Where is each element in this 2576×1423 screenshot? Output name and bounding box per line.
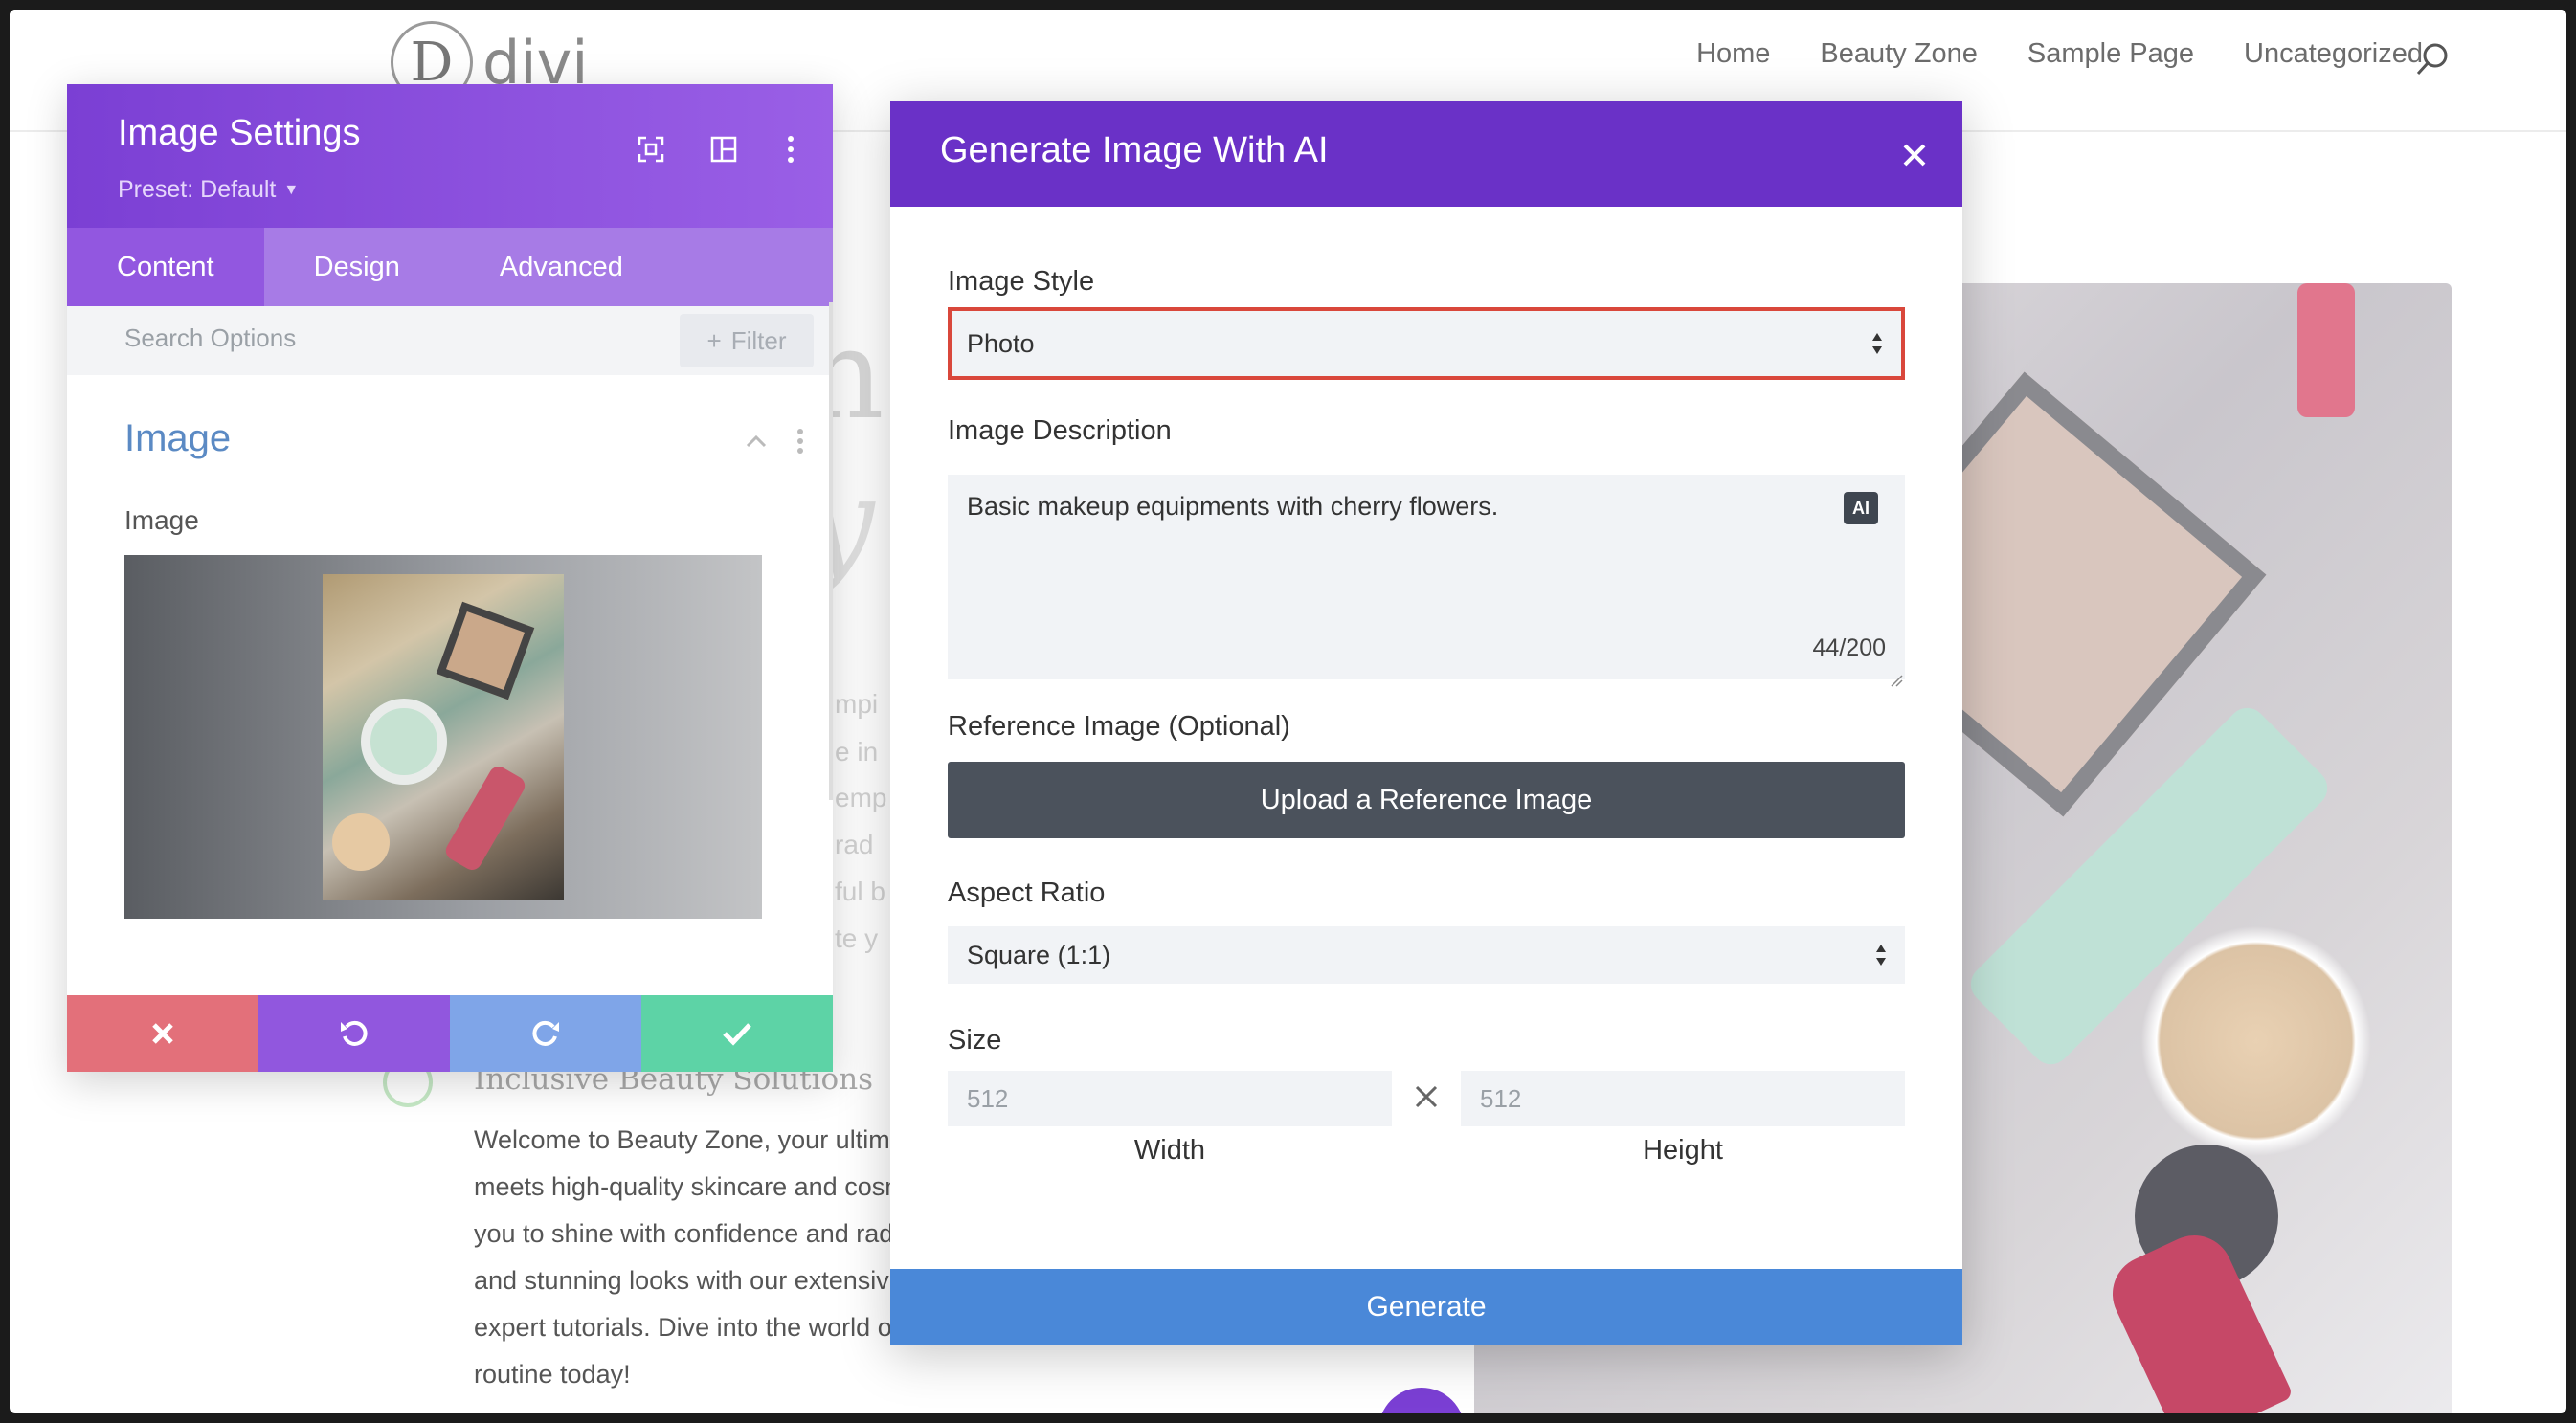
aspect-ratio-value: Square (1:1): [967, 940, 1111, 969]
photo-lipstick: [2297, 283, 2355, 417]
undo-icon: [341, 1020, 368, 1046]
bg-text-fragment: mpi: [835, 689, 879, 719]
more-options-icon[interactable]: [796, 429, 804, 457]
filter-button[interactable]: + Filter: [680, 314, 814, 367]
upload-reference-button[interactable]: Upload a Reference Image: [948, 762, 1905, 838]
close-icon: [152, 1023, 173, 1044]
more-options-icon[interactable]: [773, 132, 808, 167]
tab-advanced[interactable]: Advanced: [450, 228, 673, 306]
paragraph-line: expert tutorials. Dive into the world o: [474, 1313, 892, 1342]
ai-assist-icon[interactable]: AI: [1844, 492, 1878, 524]
image-style-label: Image Style: [948, 266, 1095, 297]
nav-item-beauty-zone[interactable]: Beauty Zone: [1820, 38, 1977, 70]
aspect-ratio-select[interactable]: Square (1:1): [948, 926, 1905, 984]
settings-tabs: Content Design Advanced: [67, 228, 833, 306]
image-style-select[interactable]: Photo: [948, 307, 1905, 380]
redo-button[interactable]: [450, 995, 641, 1072]
select-arrows-icon: [1874, 943, 1888, 967]
expand-icon[interactable]: [634, 132, 668, 167]
paragraph-line: you to shine with confidence and rad: [474, 1219, 894, 1248]
undo-button[interactable]: [258, 995, 450, 1072]
size-label: Size: [948, 1025, 1002, 1056]
reference-image-label: Reference Image (Optional): [948, 711, 1290, 742]
bg-text-fragment: emp: [835, 783, 887, 812]
nav-item-sample-page[interactable]: Sample Page: [2027, 38, 2194, 70]
floating-action-button[interactable]: [1378, 1388, 1465, 1413]
generate-image-modal: Generate Image With AI Image Style Photo…: [890, 101, 1962, 1345]
chevron-up-icon[interactable]: [745, 434, 768, 453]
image-description-label: Image Description: [948, 415, 1172, 446]
bg-text-fragment: e in: [835, 737, 879, 767]
bg-text-fragment: ful b: [835, 877, 885, 906]
width-caption: Width: [1133, 1135, 1206, 1166]
search-icon[interactable]: [2413, 40, 2452, 78]
scrollbar[interactable]: [829, 302, 833, 800]
options-search-row: + Filter: [67, 306, 833, 375]
caret-down-icon: ▼: [283, 182, 300, 199]
image-settings-panel: Image Settings Preset: Default ▼ Content …: [67, 84, 833, 1072]
discard-button[interactable]: [67, 995, 258, 1072]
paragraph-line: and stunning looks with our extensiv: [474, 1266, 889, 1295]
close-icon[interactable]: [1895, 136, 1934, 174]
image-description-textarea[interactable]: Basic makeup equipments with cherry flow…: [948, 475, 1905, 687]
bg-text-fragment: te y: [835, 923, 879, 953]
redo-icon: [532, 1020, 559, 1046]
section-controls: [745, 429, 804, 457]
paragraph-line: routine today!: [474, 1360, 631, 1389]
section-title-image[interactable]: Image: [124, 417, 231, 460]
height-input[interactable]: [1461, 1071, 1905, 1126]
preset-dropdown[interactable]: Preset: Default ▼: [118, 176, 299, 204]
image-style-value: Photo: [967, 328, 1035, 358]
settings-title: Image Settings: [118, 113, 361, 153]
aspect-ratio-label: Aspect Ratio: [948, 878, 1106, 908]
screen: D divi Home Beauty Zone Sample Page Unca…: [10, 10, 2566, 1413]
tab-content[interactable]: Content: [67, 228, 264, 306]
character-count: 44/200: [1812, 634, 1886, 661]
image-upload-preview[interactable]: [124, 555, 762, 919]
nav-item-uncategorized[interactable]: Uncategorized: [2244, 38, 2423, 70]
image-description-value: Basic makeup equipments with cherry flow…: [967, 492, 1499, 521]
tab-design[interactable]: Design: [264, 228, 450, 306]
save-button[interactable]: [641, 995, 833, 1072]
width-input[interactable]: [948, 1071, 1392, 1126]
generate-button[interactable]: Generate: [890, 1269, 1962, 1345]
settings-action-bar: [67, 995, 833, 1072]
layout-icon[interactable]: [706, 132, 741, 167]
main-nav: Home Beauty Zone Sample Page Uncategoriz…: [1696, 38, 2423, 70]
plus-icon: +: [706, 325, 722, 355]
nav-item-home[interactable]: Home: [1696, 38, 1770, 70]
select-arrows-icon: [1870, 331, 1884, 356]
bg-text-fragment: rad: [835, 830, 874, 859]
filter-label: Filter: [730, 325, 787, 355]
modal-header: Generate Image With AI: [890, 101, 1962, 207]
preset-label: Preset: Default: [118, 176, 277, 203]
settings-header: Image Settings Preset: Default ▼: [67, 84, 833, 228]
paragraph-line: meets high-quality skincare and cosm: [474, 1172, 907, 1201]
multiply-icon: [1407, 1078, 1445, 1116]
image-thumbnail: [323, 574, 564, 900]
resize-handle-icon[interactable]: [1890, 664, 1903, 687]
paragraph-line: Welcome to Beauty Zone, your ultima: [474, 1125, 905, 1154]
search-options-input[interactable]: [124, 323, 603, 353]
image-field-label: Image: [124, 505, 199, 535]
checkmark-icon: [723, 1023, 751, 1046]
feature-paragraph: Welcome to Beauty Zone, your ultima meet…: [474, 1117, 907, 1398]
modal-title: Generate Image With AI: [940, 130, 1329, 170]
height-caption: Height: [1643, 1135, 1723, 1166]
